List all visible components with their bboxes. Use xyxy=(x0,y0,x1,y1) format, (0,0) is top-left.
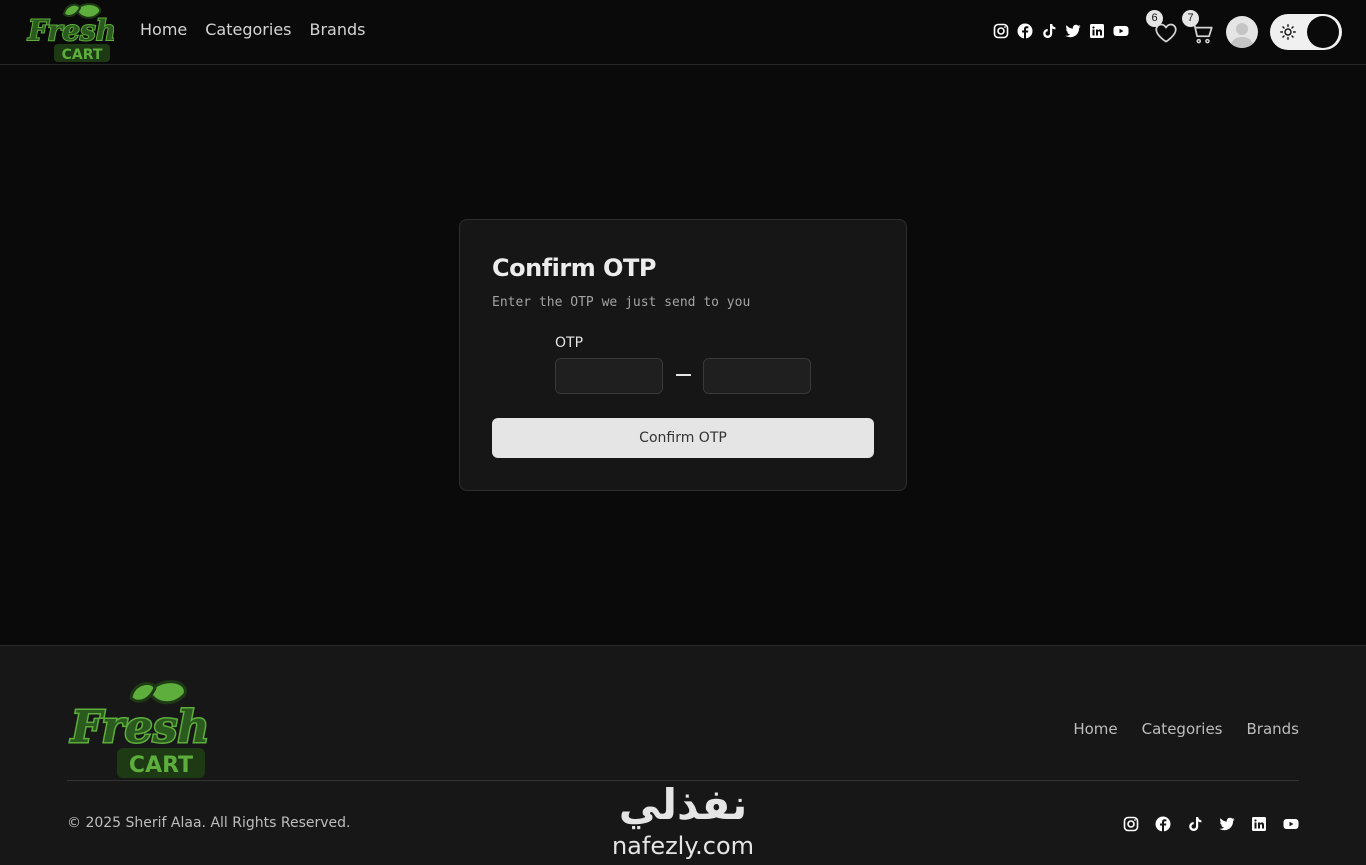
header-social-icons xyxy=(993,23,1129,39)
confirm-otp-card: Confirm OTP Enter the OTP we just send t… xyxy=(459,219,907,491)
footer-brands-link[interactable]: Brands xyxy=(1247,720,1300,738)
facebook-icon[interactable] xyxy=(1017,23,1033,39)
instagram-icon[interactable] xyxy=(993,23,1009,39)
cart-count-badge: 7 xyxy=(1182,10,1199,27)
nav-home-link[interactable]: Home xyxy=(140,20,187,39)
otp-label: OTP xyxy=(555,335,584,351)
svg-text:CART: CART xyxy=(62,47,103,63)
twitter-icon[interactable] xyxy=(1219,816,1235,832)
otp-group-1 xyxy=(555,358,663,394)
cart-button[interactable]: 7 xyxy=(1182,10,1215,46)
footer-social-icons xyxy=(1123,816,1299,832)
watermark-arabic-text: نفذلي xyxy=(618,780,748,829)
card-subtitle: Enter the OTP we just send to you xyxy=(492,295,751,310)
svg-text:Fresh: Fresh xyxy=(27,14,114,47)
navbar: Fresh CART Home Categories Brands 6 7 xyxy=(0,0,1366,65)
otp-digit-4[interactable] xyxy=(704,359,810,393)
instagram-icon[interactable] xyxy=(1123,816,1139,832)
footer-categories-link[interactable]: Categories xyxy=(1142,720,1223,738)
linkedin-icon[interactable] xyxy=(1089,23,1105,39)
facebook-icon[interactable] xyxy=(1155,816,1171,832)
nav-categories-link[interactable]: Categories xyxy=(205,20,291,39)
toggle-knob xyxy=(1307,16,1339,48)
sun-icon xyxy=(1280,24,1296,40)
fresh-cart-logo[interactable]: Fresh CART xyxy=(24,2,114,64)
tiktok-icon[interactable] xyxy=(1187,816,1203,832)
confirm-otp-button[interactable]: Confirm OTP xyxy=(492,418,874,458)
footer-home-link[interactable]: Home xyxy=(1073,720,1117,738)
wishlist-button[interactable]: 6 xyxy=(1146,10,1179,46)
watermark-latin-text: nafezly.com xyxy=(611,832,755,860)
copyright-text: © 2025 Sherif Alaa. All Rights Reserved. xyxy=(67,815,351,831)
theme-toggle[interactable] xyxy=(1270,14,1342,50)
wishlist-count-badge: 6 xyxy=(1146,10,1163,27)
otp-separator xyxy=(676,374,691,376)
tiktok-icon[interactable] xyxy=(1041,23,1057,39)
card-title: Confirm OTP xyxy=(492,254,656,282)
twitter-icon[interactable] xyxy=(1065,23,1081,39)
user-avatar[interactable] xyxy=(1226,16,1258,48)
svg-text:Fresh: Fresh xyxy=(69,702,209,753)
footer-logo[interactable]: Fresh CART xyxy=(67,678,209,780)
otp-group-2 xyxy=(703,358,811,394)
youtube-icon[interactable] xyxy=(1283,816,1299,832)
otp-digit-1[interactable] xyxy=(556,359,662,393)
nafezly-watermark: نفذلي nafezly.com xyxy=(598,780,768,865)
main-nav: Home Categories Brands xyxy=(140,20,366,39)
user-icon xyxy=(1230,23,1254,48)
svg-text:CART: CART xyxy=(129,753,193,778)
nav-brands-link[interactable]: Brands xyxy=(310,20,366,39)
footer-nav: Home Categories Brands xyxy=(1073,720,1299,738)
linkedin-icon[interactable] xyxy=(1251,816,1267,832)
youtube-icon[interactable] xyxy=(1113,23,1129,39)
